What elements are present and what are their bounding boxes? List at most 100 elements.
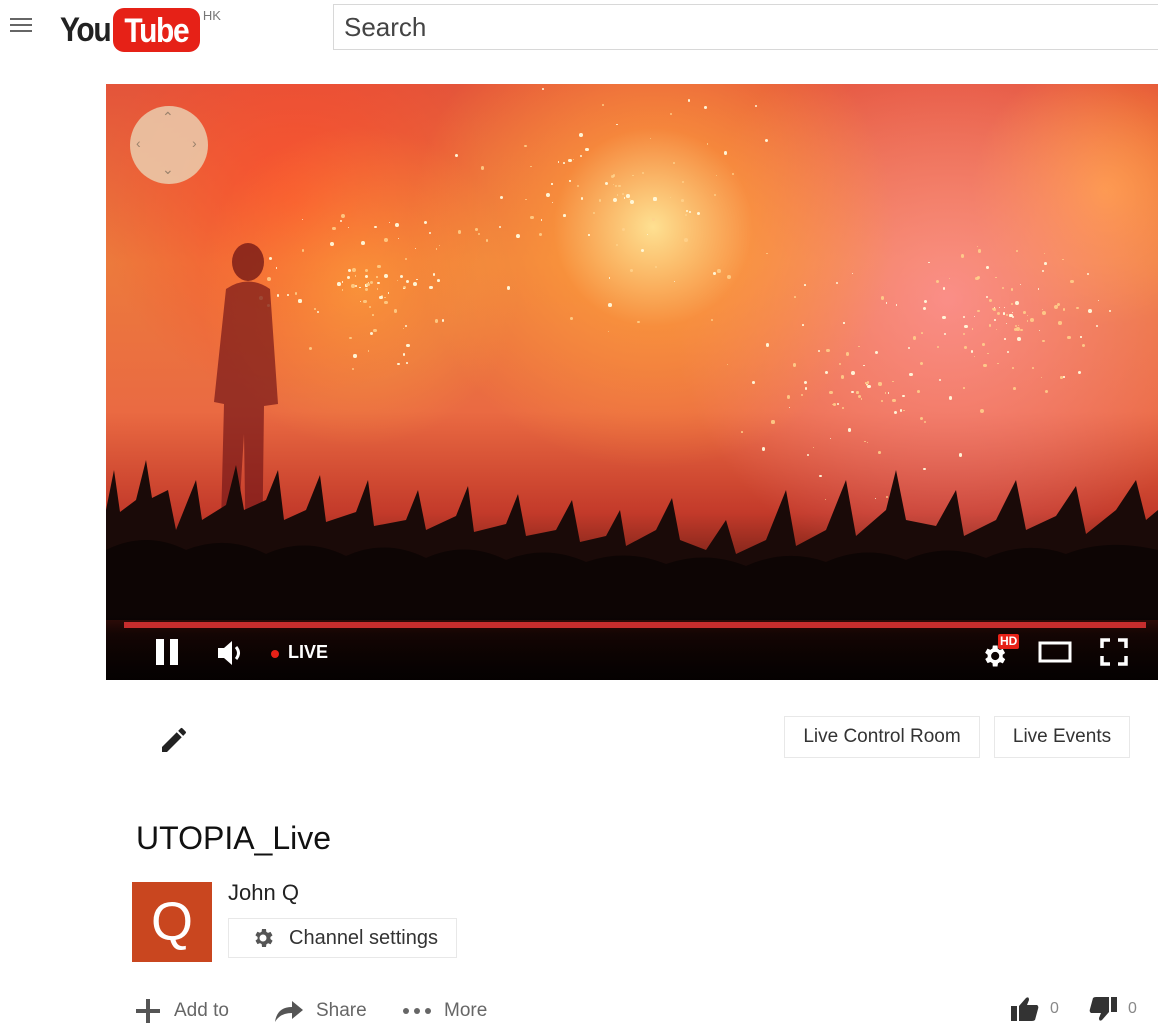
logo-region-label: HK [202,8,221,23]
firework-sparkle [368,305,371,308]
firework-sparkle [1038,329,1041,332]
live-events-button[interactable]: Live Events [994,716,1130,758]
firework-sparkle [361,240,366,245]
channel-settings-label: Channel settings [289,926,438,949]
firework-sparkle [964,324,968,329]
firework-sparkle [402,327,405,329]
firework-sparkle [833,403,837,407]
firework-sparkle [395,223,400,228]
firework-sparkle [474,228,478,231]
firework-sparkle [630,200,634,205]
firework-sparkle [919,361,924,366]
live-label[interactable]: LIVE [288,642,328,663]
firework-sparkle [847,427,852,432]
firework-sparkle [397,362,400,366]
firework-sparkle [613,197,618,202]
firework-sparkle [741,431,743,433]
volume-icon[interactable] [216,638,248,668]
firework-sparkle [332,226,336,231]
like-count: 0 [1050,1000,1059,1017]
firework-sparkle [655,266,658,269]
gear-icon [255,929,273,947]
live-control-room-button[interactable]: Live Control Room [784,716,980,758]
firework-sparkle [1015,250,1018,253]
firework-sparkle [726,274,731,279]
firework-sparkle [684,214,687,216]
pencil-icon[interactable] [158,724,190,756]
youtube-logo[interactable]: You Tube HK [60,6,221,54]
firework-sparkle [1062,308,1065,311]
channel-avatar[interactable]: Q [132,882,212,962]
hamburger-menu-icon[interactable] [10,14,32,34]
firework-sparkle [384,296,386,299]
firework-sparkle [878,382,882,386]
share-button[interactable]: Share [274,994,367,1028]
firework-sparkle [630,269,633,272]
add-to-button[interactable]: Add to [134,994,229,1028]
firework-sparkle [626,194,630,198]
firework-sparkle [551,183,553,185]
firework-sparkle [977,276,981,279]
firework-sparkle [623,197,625,199]
firework-sparkle [400,274,404,278]
firework-sparkle [365,268,369,272]
firework-sparkle [687,98,691,102]
like-button[interactable]: 0 [1010,996,1059,1022]
firework-sparkle [612,184,615,186]
firework-sparkle [347,226,349,228]
firework-sparkle [824,370,829,375]
video-player[interactable]: ⌃ ⌄ ‹ › LIVE HD [106,84,1158,680]
firework-sparkle [706,143,708,145]
firework-sparkle [963,315,966,319]
firework-sparkle [615,244,618,247]
firework-sparkle [1058,321,1062,325]
pan-up-icon: ⌃ [162,109,174,125]
firework-sparkle [866,381,870,384]
firework-sparkle [429,285,433,289]
firework-sparkle [384,238,389,242]
firework-sparkle [1002,312,1006,315]
dislike-button[interactable]: 0 [1088,996,1137,1022]
pause-button[interactable] [154,639,180,667]
firework-sparkle [983,363,987,368]
firework-sparkle [851,272,853,274]
progress-bar[interactable] [124,622,1146,628]
firework-sparkle [964,346,967,350]
channel-name[interactable]: John Q [228,880,299,906]
firework-sparkle [857,394,861,398]
firework-sparkle [349,336,352,340]
firework-sparkle [339,220,343,223]
firework-sparkle [1108,309,1112,313]
firework-sparkle [1016,327,1020,331]
firework-sparkle [1004,306,1006,309]
firework-sparkle [622,227,626,232]
firework-sparkle [907,347,910,350]
logo-you-text: You [60,11,112,49]
firework-sparkle [1060,376,1063,379]
firework-sparkle [608,303,612,308]
firework-sparkle [301,219,304,221]
channel-settings-button[interactable]: Channel settings [228,918,457,958]
settings-button[interactable]: HD [980,634,1020,670]
firework-sparkle [1042,339,1045,343]
firework-sparkle [525,198,527,201]
firework-sparkle [376,276,378,278]
firework-sparkle [478,232,481,235]
firework-sparkle [406,362,408,365]
firework-sparkle [369,331,373,335]
firework-sparkle [641,249,645,253]
pan-control[interactable]: ⌃ ⌄ ‹ › [130,106,208,184]
theater-mode-icon[interactable] [1038,640,1072,664]
firework-sparkle [616,194,619,197]
search-input[interactable] [333,4,1158,50]
firework-sparkle [1041,308,1043,311]
firework-sparkle [902,394,905,398]
firework-sparkle [723,151,728,155]
firework-sparkle [652,218,655,221]
firework-sparkle [588,234,590,236]
more-button[interactable]: More [402,994,487,1028]
firework-sparkle [423,220,428,225]
logo-tube-box: Tube [113,8,200,52]
fullscreen-icon[interactable] [1100,638,1128,666]
firework-sparkle [499,195,503,199]
